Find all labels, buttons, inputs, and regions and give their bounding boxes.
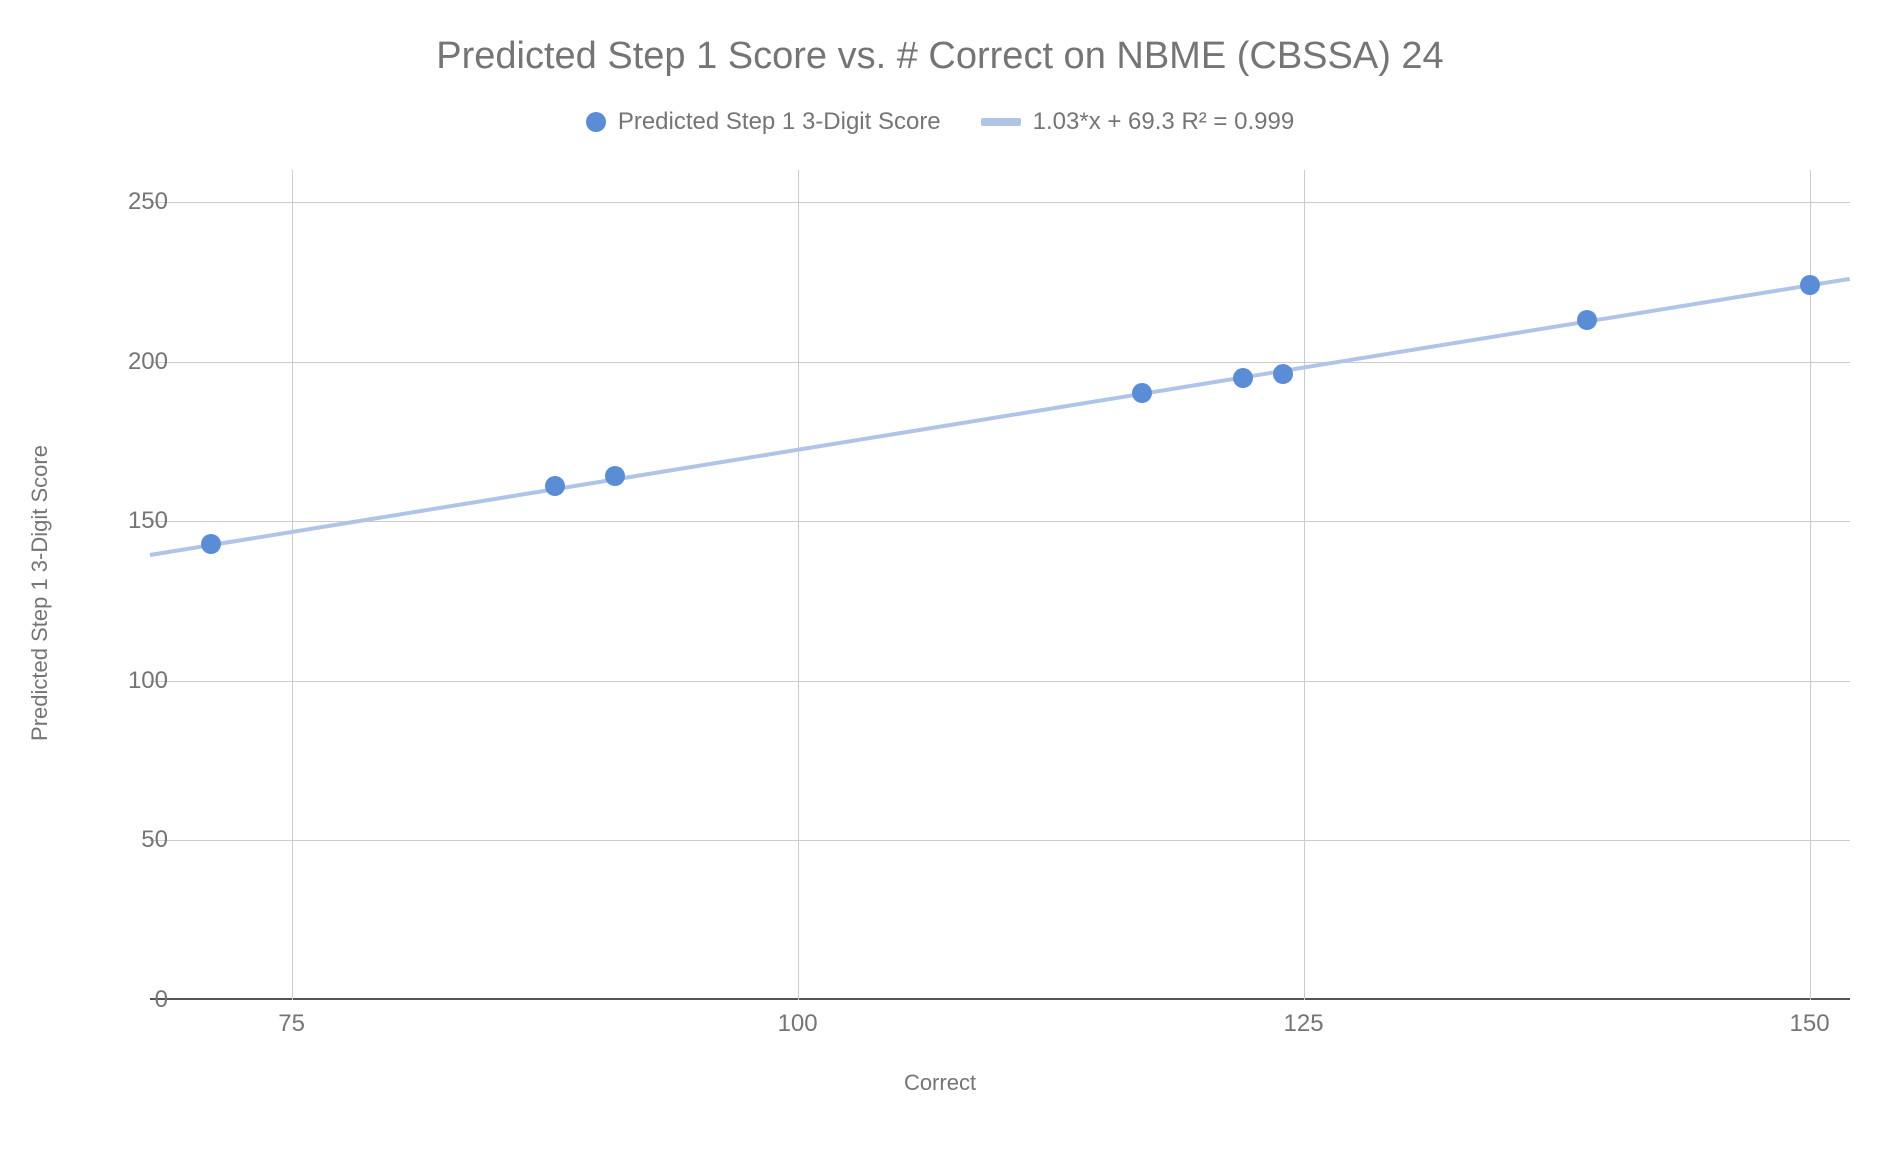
- data-point: [1273, 364, 1293, 384]
- gridline-horizontal: [150, 840, 1850, 841]
- chart-container: Predicted Step 1 Score vs. # Correct on …: [0, 0, 1880, 1162]
- gridline-horizontal: [150, 362, 1850, 363]
- y-tick-label: 250: [108, 188, 168, 216]
- y-tick-label: 0: [108, 986, 168, 1014]
- data-point: [1233, 368, 1253, 388]
- y-tick-label: 150: [108, 507, 168, 535]
- gridline-vertical: [798, 170, 799, 1000]
- chart-title: Predicted Step 1 Score vs. # Correct on …: [0, 35, 1880, 78]
- y-axis-label: Predicted Step 1 3-Digit Score: [27, 445, 53, 741]
- legend-trendline-label: 1.03*x + 69.3 R² = 0.999: [1033, 108, 1295, 136]
- legend-trendline-item: 1.03*x + 69.3 R² = 0.999: [981, 108, 1295, 136]
- chart-legend: Predicted Step 1 3-Digit Score 1.03*x + …: [0, 108, 1880, 136]
- legend-dot-icon: [586, 112, 606, 132]
- gridline-horizontal: [150, 521, 1850, 522]
- gridline-horizontal: [150, 202, 1850, 203]
- x-axis-label: Correct: [0, 1070, 1880, 1096]
- x-tick-label: 75: [278, 1010, 305, 1038]
- data-point: [201, 534, 221, 554]
- data-point: [545, 476, 565, 496]
- y-tick-label: 200: [108, 348, 168, 376]
- data-point: [605, 466, 625, 486]
- data-point: [1800, 275, 1820, 295]
- data-point: [1132, 383, 1152, 403]
- y-tick-label: 50: [108, 826, 168, 854]
- x-axis-line: [150, 998, 1850, 1000]
- x-tick-label: 125: [1284, 1010, 1324, 1038]
- legend-series-item: Predicted Step 1 3-Digit Score: [586, 108, 941, 136]
- gridline-vertical: [1304, 170, 1305, 1000]
- plot-area: [150, 170, 1850, 1000]
- legend-line-icon: [981, 118, 1021, 126]
- legend-series-label: Predicted Step 1 3-Digit Score: [618, 108, 941, 136]
- data-point: [1577, 310, 1597, 330]
- x-tick-label: 150: [1789, 1010, 1829, 1038]
- gridline-horizontal: [150, 681, 1850, 682]
- y-tick-label: 100: [108, 667, 168, 695]
- gridline-vertical: [292, 170, 293, 1000]
- x-tick-label: 100: [778, 1010, 818, 1038]
